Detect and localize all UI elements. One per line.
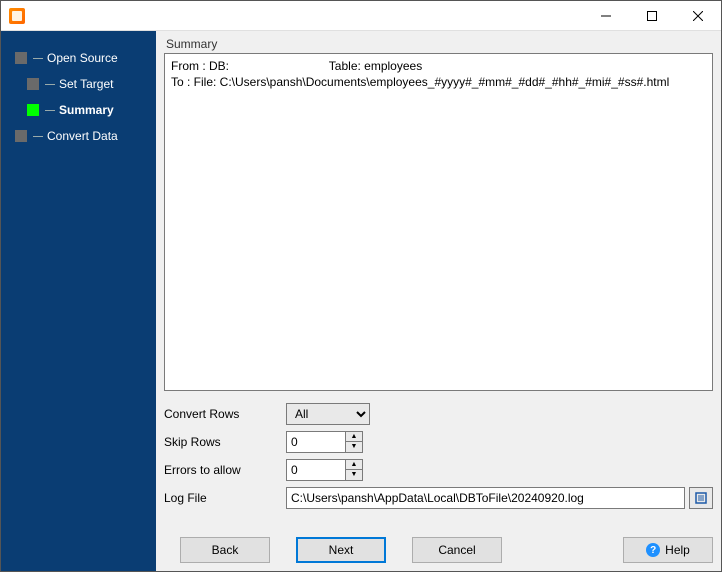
skip-rows-spinner[interactable]: ▲▼ [346, 431, 363, 453]
wizard-button-row: Back Next Cancel ? Help [164, 537, 713, 563]
logfile-input[interactable] [286, 487, 685, 509]
convert-rows-select[interactable]: All [286, 403, 370, 425]
connector-line [33, 58, 43, 59]
main-panel: Summary From : DB: Table: employees To :… [156, 31, 721, 571]
spin-up-icon[interactable]: ▲ [346, 460, 362, 470]
sidebar-item-convert-data[interactable]: Convert Data [1, 123, 156, 149]
summary-textarea[interactable]: From : DB: Table: employees To : File: C… [164, 53, 713, 391]
spin-up-icon[interactable]: ▲ [346, 432, 362, 442]
errors-label: Errors to allow [164, 463, 286, 477]
summary-to-line: To : File: C:\Users\pansh\Documents\empl… [171, 74, 706, 90]
help-button-label: Help [665, 543, 690, 557]
app-icon [9, 8, 25, 24]
sidebar-item-open-source[interactable]: Open Source [1, 45, 156, 71]
titlebar [1, 1, 721, 31]
step-box-icon [27, 78, 39, 90]
sidebar-item-set-target[interactable]: Set Target [1, 71, 156, 97]
step-box-icon [27, 104, 39, 116]
connector-line [45, 84, 55, 85]
sidebar-item-label: Set Target [59, 77, 113, 91]
step-box-icon [15, 130, 27, 142]
sidebar-item-summary[interactable]: Summary [1, 97, 156, 123]
close-button[interactable] [675, 1, 721, 31]
help-icon: ? [646, 543, 660, 557]
minimize-button[interactable] [583, 1, 629, 31]
errors-spinner[interactable]: ▲▼ [346, 459, 363, 481]
logfile-label: Log File [164, 491, 286, 505]
next-button[interactable]: Next [296, 537, 386, 563]
spin-down-icon[interactable]: ▼ [346, 470, 362, 480]
panel-title: Summary [164, 37, 713, 51]
sidebar-item-label: Summary [59, 103, 114, 117]
maximize-button[interactable] [629, 1, 675, 31]
spin-down-icon[interactable]: ▼ [346, 442, 362, 452]
cancel-button[interactable]: Cancel [412, 537, 502, 563]
help-button[interactable]: ? Help [623, 537, 713, 563]
sidebar-item-label: Open Source [47, 51, 118, 65]
sidebar-item-label: Convert Data [47, 129, 118, 143]
back-button[interactable]: Back [180, 537, 270, 563]
convert-rows-label: Convert Rows [164, 407, 286, 421]
connector-line [45, 110, 55, 111]
browse-logfile-button[interactable] [689, 487, 713, 509]
skip-rows-input[interactable] [286, 431, 346, 453]
errors-input[interactable] [286, 459, 346, 481]
step-box-icon [15, 52, 27, 64]
summary-from-line: From : DB: Table: employees [171, 58, 706, 74]
options-form: Convert Rows All Skip Rows ▲▼ Errors to … [164, 403, 713, 515]
wizard-sidebar: Open Source Set Target Summary Convert D… [1, 31, 156, 571]
connector-line [33, 136, 43, 137]
file-browse-icon [694, 491, 708, 505]
skip-rows-label: Skip Rows [164, 435, 286, 449]
